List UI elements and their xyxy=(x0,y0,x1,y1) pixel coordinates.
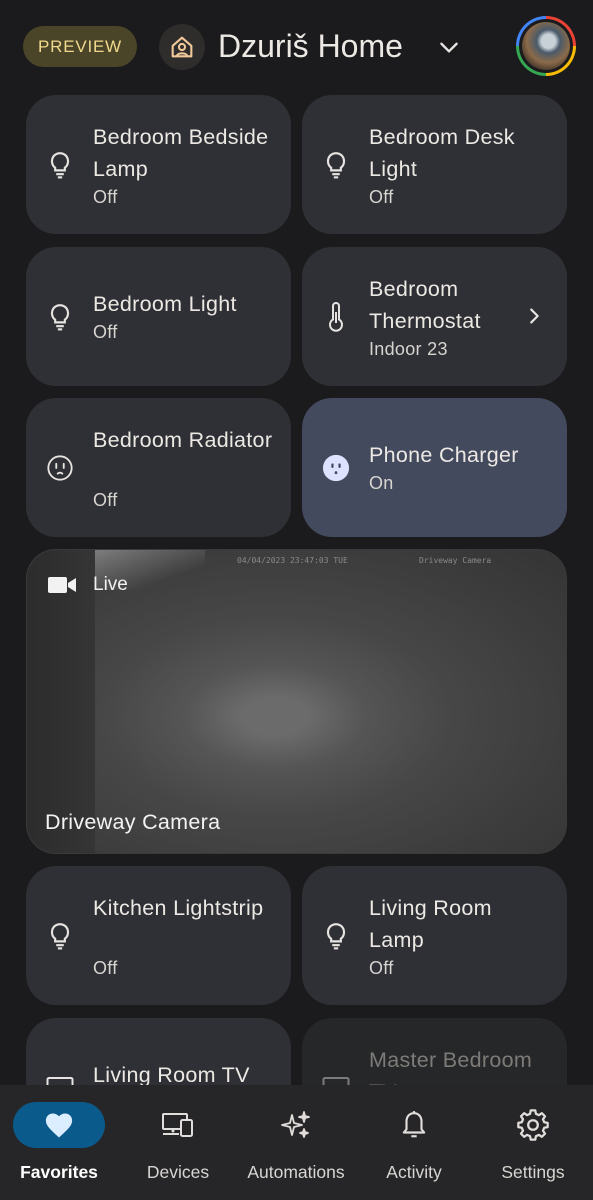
lightbulb-icon xyxy=(322,922,350,950)
lightbulb-icon xyxy=(46,922,74,950)
device-state: Off xyxy=(93,490,118,510)
device-state: Indoor 23 xyxy=(369,339,448,359)
thermometer-icon xyxy=(322,302,350,332)
app-header: PREVIEW Dzuriš Home xyxy=(0,0,593,92)
device-state: Off xyxy=(93,958,118,978)
nav-activity[interactable]: Activity xyxy=(366,1085,462,1200)
device-tile-bedroom-desk-light[interactable]: Bedroom Desk Light Off xyxy=(302,95,567,234)
nav-label: Activity xyxy=(386,1162,442,1182)
lightbulb-icon xyxy=(322,151,350,179)
camera-timestamp: 04/04/2023 23:47:03 TUE xyxy=(237,556,348,565)
device-name: Bedroom Light xyxy=(93,292,237,316)
camera-tile-driveway[interactable]: 04/04/2023 23:47:03 TUE Driveway Camera … xyxy=(26,549,567,854)
device-name: Bedroom Radiator xyxy=(93,428,273,452)
preview-badge[interactable]: PREVIEW xyxy=(23,26,137,67)
device-name: Kitchen Lightstrip xyxy=(93,896,264,920)
camera-overlay-label: Driveway Camera xyxy=(419,556,492,565)
device-name: Living Room Lamp xyxy=(369,896,492,952)
devices-icon xyxy=(132,1102,224,1148)
gear-icon xyxy=(487,1102,579,1148)
device-state: On xyxy=(369,473,394,493)
nav-settings[interactable]: Settings xyxy=(488,1085,578,1200)
device-name: Bedroom Desk Light xyxy=(369,125,515,181)
bell-icon xyxy=(368,1102,460,1148)
nav-label: Automations xyxy=(247,1162,345,1182)
device-tile-bedroom-light[interactable]: Bedroom Light Off xyxy=(26,247,291,386)
video-camera-icon xyxy=(48,577,76,593)
chevron-right-icon[interactable] xyxy=(523,305,545,327)
home-person-icon[interactable] xyxy=(159,24,205,70)
camera-name: Driveway Camera xyxy=(45,810,221,834)
nav-automations[interactable]: Automations xyxy=(240,1085,352,1200)
device-tile-kitchen-lightstrip[interactable]: Kitchen Lightstrip Off xyxy=(26,866,291,1005)
outlet-icon xyxy=(46,454,74,482)
account-avatar[interactable] xyxy=(516,16,576,76)
nav-label: Favorites xyxy=(20,1162,98,1182)
device-name: Bedroom Bedside Lamp xyxy=(93,125,269,181)
device-tile-bedroom-bedside-lamp[interactable]: Bedroom Bedside Lamp Off xyxy=(26,95,291,234)
device-tile-bedroom-thermostat[interactable]: Bedroom Thermostat Indoor 23 xyxy=(302,247,567,386)
nav-label: Settings xyxy=(501,1162,565,1182)
nav-devices[interactable]: Devices xyxy=(128,1085,228,1200)
lightbulb-icon xyxy=(46,151,74,179)
avatar xyxy=(522,22,570,70)
outlet-icon xyxy=(322,454,350,482)
device-tile-living-room-lamp[interactable]: Living Room Lamp Off xyxy=(302,866,567,1005)
camera-live-label: Live xyxy=(93,574,128,595)
device-state: Off xyxy=(93,322,118,342)
device-name: Bedroom Thermostat xyxy=(369,277,481,333)
nav-favorites[interactable]: Favorites xyxy=(8,1085,110,1200)
device-tile-phone-charger[interactable]: Phone Charger On xyxy=(302,398,567,537)
device-name: Phone Charger xyxy=(369,443,519,467)
device-state: Off xyxy=(369,958,394,978)
device-state: Off xyxy=(93,187,118,207)
nav-label: Devices xyxy=(146,1162,210,1182)
device-tile-bedroom-radiator[interactable]: Bedroom Radiator Off xyxy=(26,398,291,537)
sparkle-icon xyxy=(250,1102,342,1148)
chevron-down-icon[interactable] xyxy=(436,34,462,60)
heart-icon xyxy=(13,1102,105,1148)
bottom-navigation: Favorites Devices Automations Activity S… xyxy=(0,1085,593,1200)
home-title[interactable]: Dzuriš Home xyxy=(218,24,403,68)
lightbulb-icon xyxy=(46,303,74,331)
device-state: Off xyxy=(369,187,394,207)
